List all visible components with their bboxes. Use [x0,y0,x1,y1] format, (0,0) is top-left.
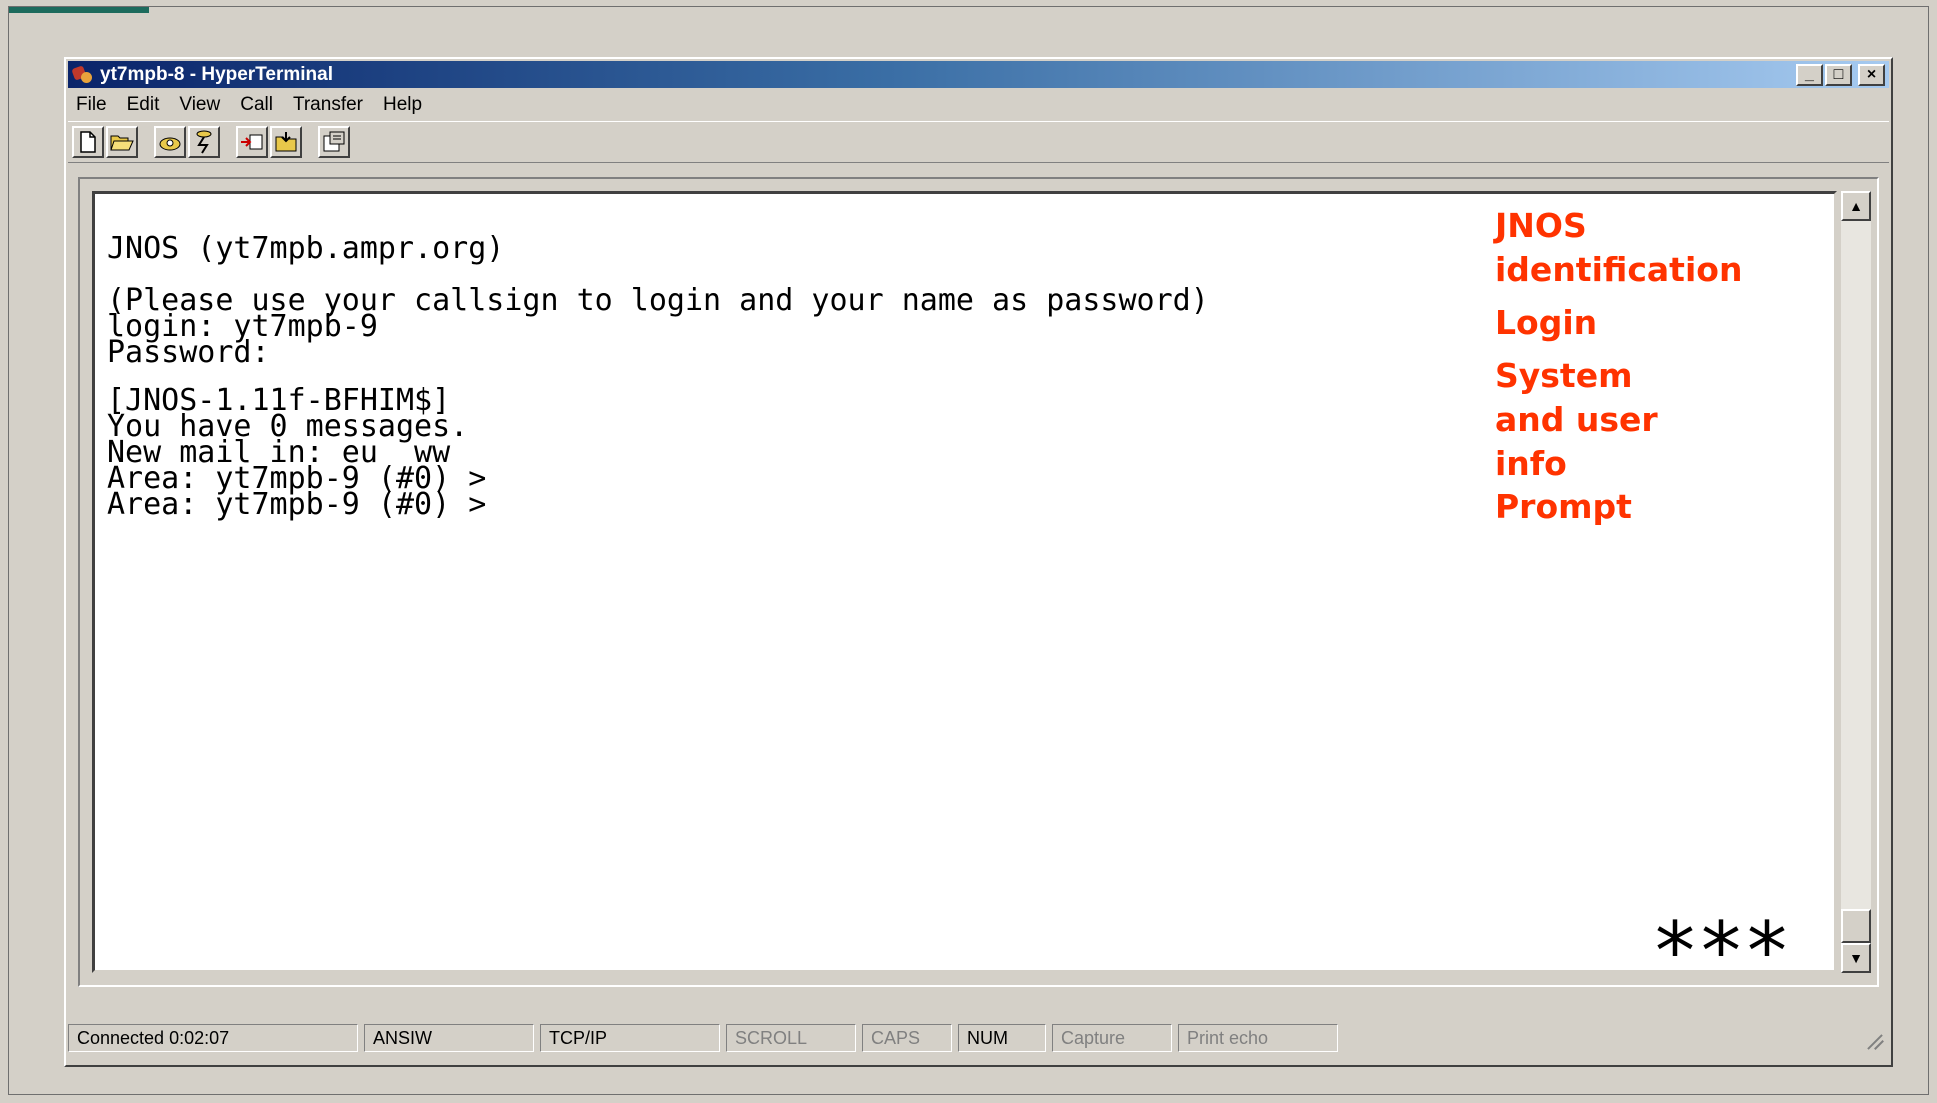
open-icon [110,135,134,151]
scroll-up-button[interactable]: ▲ [1841,191,1871,221]
menu-bar: File Edit View Call Transfer Help [68,92,1889,118]
slide-accent [9,7,149,13]
stars-mark: *** [1655,905,1793,998]
term-line: Area: yt7mpb-9 (#0) > [107,487,487,522]
dial-button[interactable] [154,126,186,158]
status-bar: Connected 0:02:07 ANSIW TCP/IP SCROLL CA… [68,1022,1889,1054]
title-bar[interactable]: yt7mpb-8 - HyperTerminal _ □ × [68,61,1889,88]
disconnect-button[interactable] [188,126,220,158]
status-print-echo: Print echo [1178,1024,1338,1052]
menu-transfer[interactable]: Transfer [283,94,373,116]
status-scroll: SCROLL [726,1024,856,1052]
vertical-scrollbar[interactable]: ▲ ▼ [1841,191,1871,973]
scroll-thumb[interactable] [1841,909,1871,943]
minimize-button[interactable]: _ [1796,63,1823,86]
annotation-prompt: Prompt [1495,487,1632,526]
properties-button[interactable] [318,126,350,158]
arrow-down-icon: ▼ [1849,950,1863,966]
properties-icon [323,131,345,152]
new-icon [80,131,96,153]
menu-file[interactable]: File [68,94,117,116]
term-line: JNOS (yt7mpb.ampr.org) [107,231,505,266]
close-button[interactable]: × [1858,63,1885,86]
maximize-button[interactable]: □ [1825,63,1852,86]
terminal-frame: JNOS (yt7mpb.ampr.org) (Please use your … [78,177,1879,992]
menu-view[interactable]: View [169,94,230,116]
status-capture: Capture [1052,1024,1172,1052]
terminal-screen[interactable]: JNOS (yt7mpb.ampr.org) (Please use your … [92,191,1837,992]
slide-frame: yt7mpb-8 - HyperTerminal _ □ × File Edit… [8,6,1929,1095]
menu-call[interactable]: Call [230,94,283,116]
arrow-up-icon: ▲ [1849,198,1863,214]
toolbar [68,121,1889,163]
dial-icon [159,137,181,151]
new-button[interactable] [72,126,104,158]
window-title: yt7mpb-8 - HyperTerminal [100,63,333,85]
disconnect-icon [196,130,212,154]
annotation-login: Login [1495,303,1598,342]
term-line: Password: [107,335,270,370]
receive-button[interactable] [270,126,302,158]
resize-grip-icon[interactable] [1863,1027,1885,1050]
status-caps: CAPS [862,1024,952,1052]
status-num: NUM [958,1024,1046,1052]
receive-icon [275,132,297,152]
send-button[interactable] [236,126,268,158]
status-connected: Connected 0:02:07 [68,1024,358,1052]
status-protocol: TCP/IP [540,1024,720,1052]
menu-help[interactable]: Help [373,94,432,116]
scroll-down-button[interactable]: ▼ [1841,943,1871,973]
annotation-identification: JNOS identification [1495,206,1743,289]
send-icon [241,134,263,150]
annotation-system-info: System and user info [1495,356,1658,483]
open-button[interactable] [106,126,138,158]
hyperterminal-icon [71,64,94,86]
status-emulation: ANSIW [364,1024,534,1052]
menu-edit[interactable]: Edit [117,94,170,116]
hyperterminal-window: yt7mpb-8 - HyperTerminal _ □ × File Edit… [64,57,1893,1067]
